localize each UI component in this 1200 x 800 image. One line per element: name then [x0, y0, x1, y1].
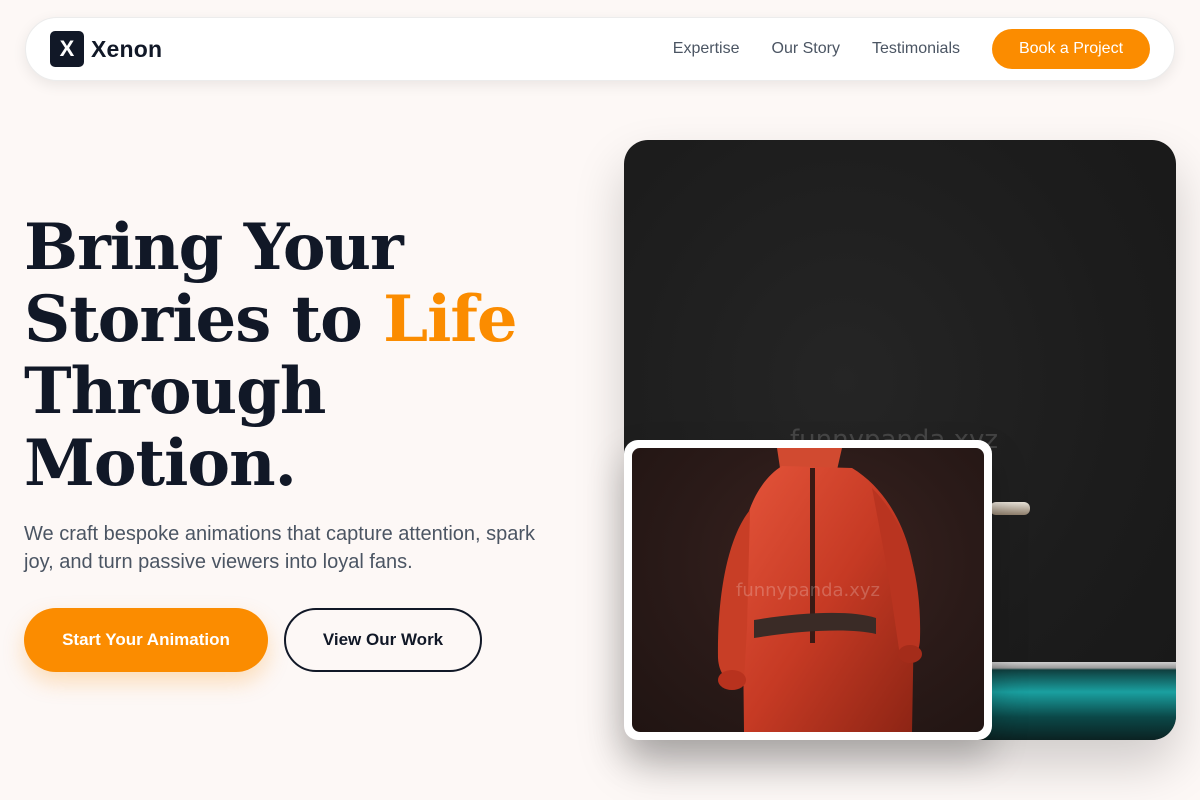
- logo-icon: X: [50, 31, 84, 67]
- headline-line-3: Through: [24, 354, 326, 429]
- book-project-button[interactable]: Book a Project: [992, 29, 1150, 69]
- hero-subtext: We craft bespoke animations that capture…: [24, 523, 536, 573]
- nav-link-testimonials[interactable]: Testimonials: [872, 40, 960, 58]
- headline-line-4: Motion.: [24, 426, 297, 501]
- scene-rod: [990, 502, 1030, 515]
- hero-image-inset[interactable]: funnypanda.xyz: [624, 440, 992, 740]
- hero-headline: Bring Your Stories to Life Through Motio…: [24, 212, 584, 500]
- nav-link-our-story[interactable]: Our Story: [772, 40, 840, 58]
- brand-name: Xenon: [91, 35, 163, 62]
- nav-link-expertise[interactable]: Expertise: [673, 40, 740, 58]
- navbar: X Xenon Expertise Our Story Testimonials…: [25, 17, 1175, 81]
- headline-accent-word: Life: [383, 282, 518, 357]
- brand[interactable]: X Xenon: [50, 31, 162, 67]
- inset-image-frame: funnypanda.xyz: [632, 448, 984, 732]
- scene-teal-stripe: [984, 662, 1176, 740]
- headline-line-2: Stories to Life: [24, 284, 584, 356]
- start-animation-button[interactable]: Start Your Animation: [24, 608, 268, 672]
- headline-line-2-prefix: Stories to: [24, 282, 384, 357]
- headline-line-1: Bring Your: [24, 210, 404, 285]
- nav-links: Expertise Our Story Testimonials Book a …: [673, 29, 1150, 69]
- watermark-inset: funnypanda.xyz: [736, 580, 881, 601]
- view-work-button[interactable]: View Our Work: [284, 608, 482, 672]
